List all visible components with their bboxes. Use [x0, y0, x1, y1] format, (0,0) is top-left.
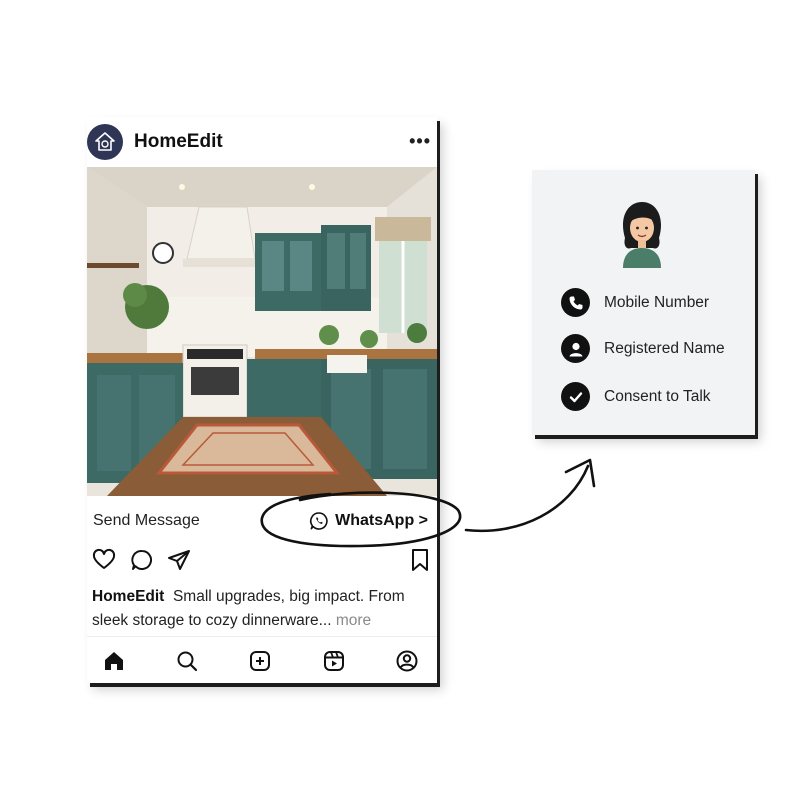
share-icon[interactable]: [167, 548, 191, 572]
bottom-tab-bar: [87, 636, 437, 684]
profile-avatar[interactable]: [87, 124, 123, 160]
card-item-label: Consent to Talk: [604, 387, 711, 405]
profile-icon[interactable]: [395, 649, 419, 673]
user-info-card: Mobile Number Registered Name Consent to…: [532, 170, 755, 435]
kitchen-photo: [87, 167, 437, 496]
check-icon: [561, 382, 590, 411]
reels-icon[interactable]: [322, 649, 346, 673]
post-header: HomeEdit •••: [87, 117, 437, 167]
post-username[interactable]: HomeEdit: [134, 131, 223, 153]
whatsapp-button[interactable]: WhatsApp >: [309, 511, 428, 531]
user-icon: [561, 334, 590, 363]
card-item-label: Mobile Number: [604, 293, 710, 311]
instagram-post: HomeEdit ••• Send Message WhatsApp > Hom…: [87, 117, 437, 683]
arrow-curve: [464, 464, 590, 533]
send-message-row: Send Message WhatsApp >: [87, 496, 437, 548]
home-logo-icon: [95, 132, 115, 151]
phone-icon: [561, 288, 590, 317]
comment-icon[interactable]: [130, 548, 154, 572]
add-post-icon[interactable]: [248, 649, 272, 673]
user-avatar-illustration: [622, 202, 662, 268]
send-message-label[interactable]: Send Message: [93, 512, 200, 530]
card-row-mobile: Mobile Number: [561, 288, 709, 317]
caption-more-link[interactable]: more: [336, 612, 371, 629]
card-row-name: Registered Name: [561, 334, 725, 363]
home-icon[interactable]: [102, 649, 126, 673]
heart-icon[interactable]: [92, 548, 116, 572]
search-icon[interactable]: [175, 649, 199, 673]
more-horizontal-icon[interactable]: •••: [409, 131, 431, 152]
post-actions: [87, 548, 437, 582]
caption-username[interactable]: HomeEdit: [92, 588, 164, 605]
arrow-head: [564, 458, 596, 488]
whatsapp-label: WhatsApp >: [335, 512, 428, 529]
bookmark-icon[interactable]: [409, 548, 431, 572]
post-caption: HomeEdit Small upgrades, big impact. Fro…: [92, 585, 432, 633]
card-item-label: Registered Name: [604, 339, 725, 357]
card-row-consent: Consent to Talk: [561, 382, 711, 411]
whatsapp-icon: [310, 512, 328, 530]
